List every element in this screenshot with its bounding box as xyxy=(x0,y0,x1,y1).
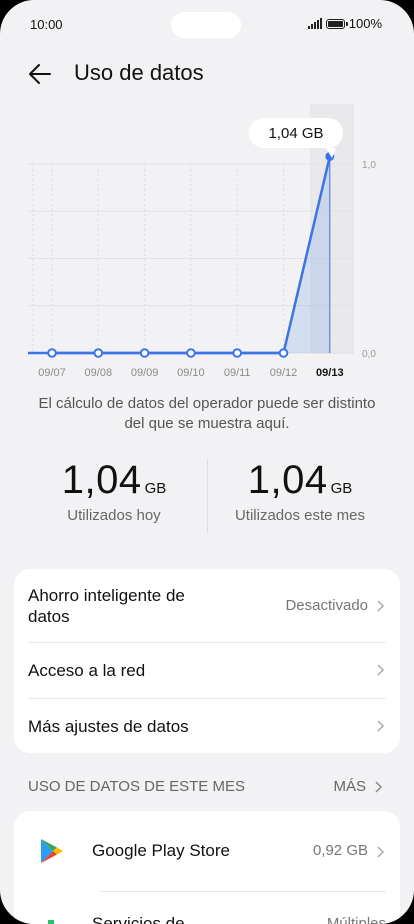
settings-card: Ahorro inteligente de datos Desactivado … xyxy=(14,569,400,753)
tooltip-text: 1,04 GB xyxy=(268,125,323,142)
chevron-right-icon xyxy=(377,600,385,612)
x-tick-label: 09/08 xyxy=(85,367,113,379)
app-name: Servicios de xyxy=(92,914,185,924)
smart-saver-row[interactable]: Ahorro inteligente de datos Desactivado xyxy=(28,569,386,643)
data-point-09-10 xyxy=(186,348,196,358)
more-settings-label: Más ajustes de datos xyxy=(28,717,189,736)
battery-percent: 100% xyxy=(348,16,382,31)
data-point-09-11 xyxy=(232,348,242,358)
usage-today-unit: GB xyxy=(144,480,167,497)
network-access-label: Acceso a la red xyxy=(28,661,146,680)
x-tick-label: 09/11 xyxy=(224,367,251,379)
data-point-09-08 xyxy=(93,348,104,358)
camera-cutout xyxy=(171,12,241,38)
page-title: Uso de datos xyxy=(74,60,204,85)
usage-month: 1,04 GB Utilizados este mes xyxy=(200,458,400,524)
x-tick-label: 09/12 xyxy=(270,367,298,379)
x-tick-label: 09/07 xyxy=(38,367,66,379)
y-tick-label: 0,0 xyxy=(362,349,376,360)
monthly-usage-header: USO DE DATOS DE ESTE MES MÁS xyxy=(28,778,384,798)
phone-screen: 10:00 100% Uso de datos 09/07 09/08 09/09 0… xyxy=(0,0,414,924)
usage-today: 1,04 GB Utilizados hoy xyxy=(14,458,214,524)
back-arrow-icon[interactable] xyxy=(26,60,54,88)
x-tick-label: 09/10 xyxy=(177,367,205,379)
usage-chart-svg[interactable]: 09/07 09/08 09/09 09/10 09/11 09/12 09/13 1,0 0… xyxy=(0,104,414,384)
chevron-right-icon xyxy=(377,846,385,858)
status-icons: 100% xyxy=(307,16,382,31)
play-store-icon xyxy=(41,839,63,863)
usage-month-label: Utilizados este mes xyxy=(234,507,366,524)
chevron-right-icon[interactable] xyxy=(372,781,384,793)
x-tick-label: 09/09 xyxy=(131,367,159,379)
more-settings-row[interactable]: Más ajustes de datos xyxy=(28,699,386,754)
header: Uso de datos xyxy=(0,54,414,94)
status-time: 10:00 xyxy=(30,17,63,32)
app-usage-value: Múltiples xyxy=(326,915,386,924)
x-tick-label: 09/13 xyxy=(316,367,344,379)
chevron-right-icon xyxy=(377,720,385,732)
chevron-right-icon xyxy=(377,664,385,676)
battery-icon xyxy=(325,18,348,29)
section-title: USO DE DATOS DE ESTE MES xyxy=(28,778,245,795)
app-row-play-store[interactable]: Google Play Store 0,92 GB xyxy=(14,811,400,891)
status-bar: 10:00 100% xyxy=(0,0,414,48)
chart-tooltip: 1,04 GB xyxy=(249,118,343,158)
smart-saver-value: Desactivado xyxy=(285,597,368,614)
more-link[interactable]: MÁS xyxy=(333,778,366,795)
app-name: Google Play Store xyxy=(92,841,230,860)
app-usage-list: Google Play Store 0,92 GB Servicios de M… xyxy=(14,811,400,924)
data-point-09-12 xyxy=(278,348,289,358)
network-access-row[interactable]: Acceso a la red xyxy=(28,643,386,699)
signal-icon xyxy=(307,18,322,29)
smart-saver-label: Ahorro inteligente de datos xyxy=(28,586,185,626)
y-tick-label: 1,0 xyxy=(362,160,376,171)
disclaimer-text: El cálculo de datos del operador puede s… xyxy=(38,395,376,432)
usage-month-unit: GB xyxy=(330,480,353,497)
usage-summary: 1,04 GB Utilizados hoy 1,04 GB Utilizados … xyxy=(0,458,414,538)
usage-month-value: 1,04 xyxy=(247,458,328,502)
usage-today-label: Utilizados hoy xyxy=(67,507,161,524)
services-icon xyxy=(48,920,54,924)
data-point-09-09 xyxy=(139,348,150,358)
app-row-services[interactable]: Servicios de Múltiples xyxy=(14,892,400,924)
usage-today-value: 1,04 xyxy=(61,458,142,502)
app-usage-value: 0,92 GB xyxy=(312,842,368,859)
usage-chart[interactable]: 09/07 09/08 09/09 09/10 09/11 09/12 09/13 1,0 0… xyxy=(0,104,414,384)
data-point-09-07 xyxy=(47,348,57,358)
